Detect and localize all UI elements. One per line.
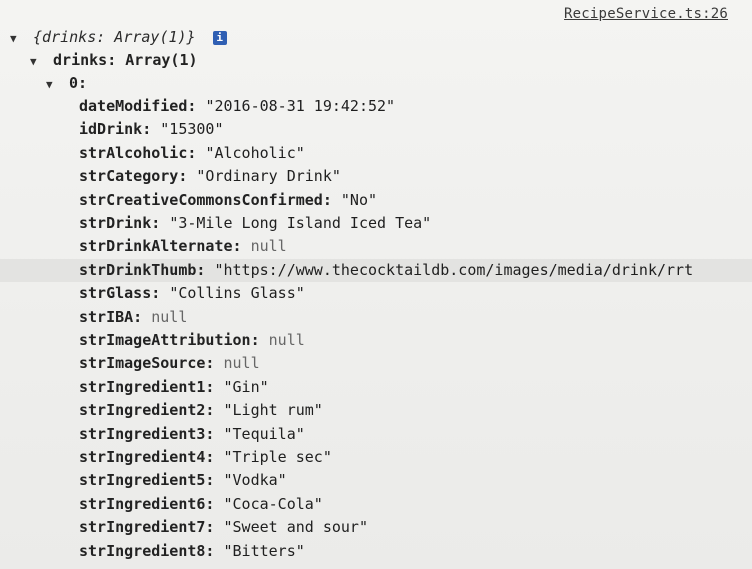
property-entry: strGlass: "Collins Glass" (79, 282, 305, 305)
property-key: strIngredient4: (79, 448, 215, 466)
property-entry: strDrinkThumb: "https://www.thecocktaild… (79, 259, 693, 282)
property-entry: strIngredient7: "Sweet and sour" (79, 516, 368, 539)
property-value: "Collins Glass" (169, 284, 305, 303)
property-key: strCategory: (79, 167, 188, 186)
property-entry: strIngredient3: "Tequila" (79, 423, 305, 446)
property-value: "Triple sec" (223, 448, 332, 466)
property-value: "Tequila" (223, 424, 305, 443)
triangle-down-icon[interactable]: ▼ (46, 73, 60, 96)
property-key: strIngredient3: (79, 424, 215, 443)
property-value: "15300" (160, 120, 224, 139)
property-row[interactable]: strDrinkThumb: "https://www.thecocktaild… (0, 258, 752, 282)
devtools-console: RecipeService.ts:26 ▼ {drinks: Array(1)}… (0, 0, 752, 569)
property-key: strIngredient6: (79, 494, 215, 513)
property-key: strIngredient7: (79, 518, 215, 537)
property-entry: strImageAttribution: null (79, 329, 305, 352)
property-entry: strIngredient5: "Vodka" (79, 469, 287, 492)
drinks-label: drinks: Array(1) (53, 51, 198, 69)
property-value: null (268, 331, 305, 349)
property-entry: strIBA: null (79, 306, 187, 329)
property-key: strImageSource: (79, 354, 215, 373)
property-value: "Vodka" (223, 471, 287, 490)
property-value: "No" (340, 190, 378, 209)
triangle-down-icon[interactable]: ▼ (10, 27, 24, 50)
property-value: null (223, 354, 260, 373)
property-key: strDrinkThumb: (79, 260, 206, 279)
root-summary: {drinks: Array(1)} (33, 28, 196, 46)
property-entry: dateModified: "2016-08-31 19:42:52" (79, 95, 395, 118)
property-key: strIngredient1: (79, 377, 215, 396)
property-value: "3-Mile Long Island Iced Tea" (169, 214, 432, 232)
index-label: 0: (69, 74, 88, 92)
property-key: strImageAttribution: (79, 331, 260, 349)
property-key: strIBA: (79, 307, 143, 326)
property-entry: strIngredient4: "Triple sec" (79, 446, 332, 469)
info-icon[interactable]: i (212, 31, 227, 45)
property-value: "Ordinary Drink" (196, 167, 341, 186)
property-entry: strDrinkAlternate: null (79, 235, 287, 258)
property-entry: strIngredient8: "Bitters" (79, 540, 305, 563)
property-value: "Sweet and sour" (223, 518, 369, 537)
triangle-down-icon[interactable]: ▼ (30, 50, 44, 73)
property-key: strDrinkAlternate: (79, 237, 242, 256)
property-key: strIngredient8: (79, 541, 215, 560)
source-link[interactable]: RecipeService.ts:26 (564, 6, 728, 22)
property-value: "Alcoholic" (205, 143, 305, 162)
property-key: strAlcoholic: (79, 143, 197, 162)
property-value: "https://www.thecocktaildb.com/images/me… (214, 260, 694, 279)
property-key: strCreativeCommonsConfirmed: (79, 190, 332, 209)
property-key: strIngredient2: (79, 401, 215, 420)
property-value: "Light rum" (223, 401, 323, 420)
property-entry: strCreativeCommonsConfirmed: "No" (79, 189, 377, 212)
property-key: strIngredient5: (79, 471, 215, 490)
property-entry: strAlcoholic: "Alcoholic" (79, 142, 305, 165)
drinks-array-row[interactable]: ▼ drinks: Array(1) (30, 49, 198, 72)
property-entry: strIngredient1: "Gin" (79, 376, 269, 399)
property-entry: idDrink: "15300" (79, 118, 224, 141)
property-entry: strImageSource: null (79, 352, 260, 375)
property-value: null (151, 307, 188, 326)
property-key: strGlass: (79, 284, 161, 303)
root-object-row[interactable]: ▼ {drinks: Array(1)} i (10, 26, 227, 49)
property-key: strDrink: (79, 214, 161, 232)
property-entry: strCategory: "Ordinary Drink" (79, 165, 341, 188)
property-value: "Bitters" (223, 541, 305, 560)
property-entry: strIngredient2: "Light rum" (79, 399, 323, 422)
property-entry: strDrink: "3-Mile Long Island Iced Tea" (79, 212, 431, 235)
property-key: dateModified: (79, 97, 197, 115)
property-value: "Coca-Cola" (223, 494, 323, 513)
property-value: null (250, 237, 287, 256)
property-key: idDrink: (79, 120, 152, 139)
property-entry: strIngredient6: "Coca-Cola" (79, 493, 323, 516)
property-value: "Gin" (223, 377, 269, 396)
property-value: "2016-08-31 19:42:52" (205, 97, 396, 115)
index-row[interactable]: ▼ 0: (46, 72, 87, 95)
